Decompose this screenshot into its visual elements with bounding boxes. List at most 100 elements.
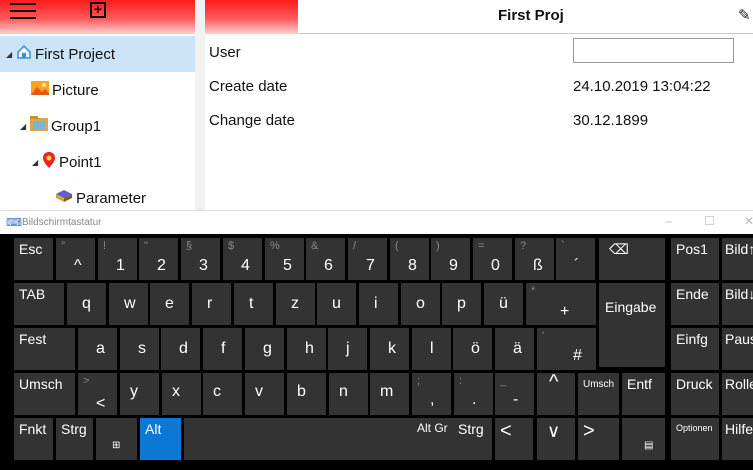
key-row2[interactable]: z <box>276 283 315 325</box>
key-alt[interactable]: Alt <box>140 418 181 460</box>
key-row1[interactable]: /7 <box>348 238 387 280</box>
key-caps[interactable]: Fest <box>14 328 75 370</box>
key-row3[interactable]: s <box>120 328 159 370</box>
key-row2[interactable]: r <box>192 283 231 325</box>
key-row2[interactable]: o <box>401 283 440 325</box>
arrow-down-icon: ∨ <box>547 421 561 441</box>
key-hash[interactable]: ' # <box>537 328 596 370</box>
key-main-symbol: v <box>255 383 263 400</box>
key-punct[interactable]: _ - <box>495 373 534 415</box>
key-scroll-lock[interactable]: Rollen <box>722 373 753 415</box>
tree-item-point1[interactable]: ◢ Point1 <box>32 144 102 180</box>
key-row1[interactable]: ° ^ <box>56 238 95 280</box>
key-row1[interactable]: (8 <box>390 238 429 280</box>
key-page-up[interactable]: Bild↑ <box>722 238 753 280</box>
key-row1[interactable]: % 5 <box>265 238 304 280</box>
key-page-down[interactable]: Bild↓ <box>722 283 753 325</box>
collapse-caret-icon[interactable]: ◢ <box>32 158 42 167</box>
key-row3[interactable]: f <box>203 328 242 370</box>
key-row1[interactable]: ` ´ <box>556 238 595 280</box>
collapse-caret-icon[interactable]: ◢ <box>20 122 30 131</box>
key-end[interactable]: Ende <box>671 283 719 325</box>
splitter[interactable] <box>195 0 205 210</box>
add-box-icon[interactable]: + <box>90 2 106 18</box>
key-row2[interactable]: t <box>234 283 273 325</box>
key-arrow-down[interactable]: ∨ <box>537 418 575 460</box>
picture-icon <box>31 81 49 99</box>
pencil-icon[interactable]: ✎ <box>738 6 751 24</box>
key-arrow-right[interactable]: > <box>578 418 619 460</box>
key-windows[interactable]: ⊞ <box>96 418 137 460</box>
key-options[interactable]: Optionen <box>671 418 719 460</box>
key-insert[interactable]: Einfg <box>671 328 719 370</box>
key-row3[interactable]: j <box>328 328 367 370</box>
maximize-button[interactable]: ☐ <box>704 214 715 228</box>
key-help[interactable]: Hilfe <box>722 418 753 460</box>
user-input[interactable] <box>573 38 734 63</box>
key-row4[interactable]: v <box>245 373 284 415</box>
key-plus[interactable]: * + <box>526 283 596 325</box>
key-row2[interactable]: q <box>67 283 106 325</box>
hamburger-icon[interactable] <box>10 3 36 21</box>
close-button[interactable]: ✕ <box>744 214 753 228</box>
key-row1[interactable]: = 0 <box>473 238 512 280</box>
minimize-button[interactable]: – <box>665 214 672 228</box>
key-pos1[interactable]: Pos1 <box>671 238 719 280</box>
key-row3[interactable]: ö <box>453 328 492 370</box>
key-esc[interactable]: Esc <box>14 238 53 280</box>
key-row3[interactable]: a <box>78 328 117 370</box>
key-shift-symbol: ? <box>520 240 527 252</box>
key-row3[interactable]: d <box>161 328 200 370</box>
key-row1[interactable]: $4 <box>223 238 262 280</box>
key-tab[interactable]: TAB <box>14 283 64 325</box>
key-row2[interactable]: p <box>442 283 481 325</box>
key-row3[interactable]: l <box>412 328 451 370</box>
key-row3[interactable]: g <box>245 328 284 370</box>
key-row3[interactable]: h <box>287 328 326 370</box>
key-row1[interactable]: " 2 <box>139 238 178 280</box>
key-row1[interactable]: ) 9 <box>431 238 470 280</box>
key-row2[interactable]: w <box>109 283 148 325</box>
key-main-symbol: 7 <box>366 257 375 274</box>
key-delete[interactable]: Entf <box>622 373 665 415</box>
key-row3[interactable]: k <box>370 328 409 370</box>
key-pause[interactable]: Pause <box>722 328 753 370</box>
key-row1[interactable]: § 3 <box>181 238 220 280</box>
key-ctrl-left[interactable]: Strg <box>56 418 93 460</box>
key-row2[interactable]: e <box>150 283 189 325</box>
key-print[interactable]: Druck <box>671 373 719 415</box>
key-row2[interactable]: u <box>317 283 356 325</box>
key-fn[interactable]: Fnkt <box>14 418 53 460</box>
key-ctrl-right[interactable]: Strg <box>455 418 492 460</box>
key-shift-right[interactable]: Umsch <box>578 373 619 415</box>
collapse-caret-icon[interactable]: ◢ <box>6 50 16 59</box>
tree-item-first-project[interactable]: ◢ First Project <box>0 36 195 72</box>
key-row4[interactable]: y <box>120 373 159 415</box>
key-row1[interactable]: ! 1 <box>98 238 137 280</box>
key-row4[interactable]: x <box>162 373 201 415</box>
key-row4[interactable]: b <box>287 373 326 415</box>
key-row1[interactable]: ? ß <box>515 238 554 280</box>
key-row3[interactable]: ä <box>495 328 534 370</box>
key-shift-symbol: ! <box>103 240 107 252</box>
key-main-symbol: m <box>380 383 394 400</box>
key-punct[interactable]: ;, <box>412 373 451 415</box>
key-arrow-left[interactable]: < <box>495 418 533 460</box>
key-row4[interactable]: c <box>203 373 242 415</box>
key-less-than[interactable]: > < <box>78 373 117 415</box>
key-row4[interactable]: m <box>370 373 409 415</box>
key-row2[interactable]: ü <box>484 283 523 325</box>
key-backspace[interactable]: ⌫ <box>599 238 665 280</box>
key-enter[interactable]: Eingabe <box>599 283 665 367</box>
key-punct[interactable]: :. <box>454 373 493 415</box>
tree-item-picture[interactable]: Picture <box>31 72 99 108</box>
key-row4[interactable]: n <box>329 373 368 415</box>
key-shift-left[interactable]: Umsch <box>14 373 75 415</box>
key-row1[interactable]: & 6 <box>306 238 345 280</box>
key-arrow-up[interactable]: ^ <box>537 371 575 415</box>
key-row2[interactable]: i <box>359 283 398 325</box>
key-menu[interactable]: ▤ <box>622 418 665 460</box>
key-space[interactable] <box>184 418 414 460</box>
tree-item-group1[interactable]: ◢ Group1 <box>20 108 101 144</box>
key-altgr[interactable]: Alt Gr <box>414 418 455 460</box>
